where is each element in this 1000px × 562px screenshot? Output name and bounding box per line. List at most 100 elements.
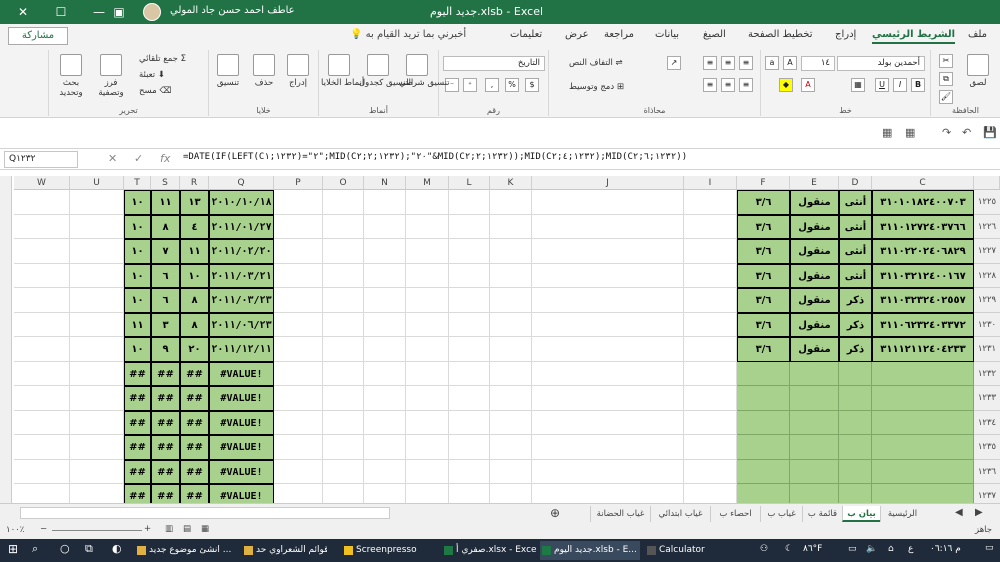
cell-e[interactable]: منقول (790, 190, 839, 215)
cell-u[interactable] (70, 386, 124, 411)
edge-icon[interactable]: ◐ (112, 542, 122, 555)
cell-k[interactable] (490, 312, 532, 337)
cell-d[interactable]: أنثى (839, 190, 872, 215)
cell-f[interactable]: ٣/٦ (737, 337, 790, 362)
taskbar-item[interactable]: جديد اليوم.xlsb - E... (540, 541, 640, 560)
cell-q[interactable]: ٢٠١١/٠٦/٢٣ (209, 312, 274, 337)
cell-s[interactable]: ## (151, 386, 180, 411)
taskbar-item[interactable]: صفري أ.xlsx - Excel (442, 541, 537, 560)
normal-view-icon[interactable]: ▦ (201, 524, 209, 534)
cell-d[interactable]: ذكر (839, 288, 872, 313)
cell-n[interactable] (364, 190, 406, 215)
percent-icon[interactable]: % (505, 78, 519, 92)
cell-m[interactable] (406, 459, 449, 484)
cell-l[interactable] (449, 239, 490, 264)
sheet-tab[interactable]: قائمة ب (802, 506, 842, 522)
align-center-icon[interactable]: ≡ (721, 78, 735, 92)
cell-n[interactable] (364, 459, 406, 484)
zoom-in-icon[interactable]: + (144, 524, 151, 534)
search-icon[interactable]: ⌕ (32, 542, 38, 556)
cell-i[interactable] (684, 459, 737, 484)
cell-r[interactable]: ## (180, 386, 209, 411)
cell-r[interactable]: ## (180, 361, 209, 386)
cell-p[interactable] (274, 190, 323, 215)
cell-t[interactable]: ## (124, 435, 151, 460)
cell-l[interactable] (449, 214, 490, 239)
windows-start-icon[interactable]: ⊞ (8, 542, 18, 556)
italic-button[interactable]: I (893, 78, 907, 92)
cell-t[interactable]: ١٠ (124, 214, 151, 239)
zoom-slider[interactable] (52, 530, 142, 531)
font-name-select[interactable]: أحمدين بولد (837, 56, 925, 71)
cell-w[interactable] (14, 410, 70, 435)
align-left-icon[interactable]: ≡ (703, 78, 717, 92)
cell-u[interactable] (70, 312, 124, 337)
cell-r[interactable]: ٢٠ (180, 337, 209, 362)
column-header[interactable]: O (323, 176, 364, 190)
tell-me-search[interactable]: 💡 أخبرني بما تريد القيام به (350, 29, 466, 40)
cell-o[interactable] (323, 386, 364, 411)
volume-icon[interactable]: 🔈 (866, 544, 877, 554)
format-as-table-button[interactable]: التنسيق كجدول (359, 54, 413, 88)
cell-d[interactable] (839, 459, 872, 484)
cell-n[interactable] (364, 312, 406, 337)
cell-t[interactable]: ١١ (124, 312, 151, 337)
column-header[interactable]: S (151, 176, 180, 190)
font-color-icon[interactable]: A (801, 78, 815, 92)
cell-n[interactable] (364, 410, 406, 435)
cell-j[interactable] (532, 312, 684, 337)
row-header[interactable]: ١٢٢٩ (974, 288, 1000, 313)
align-bottom-icon[interactable]: ≡ (703, 56, 717, 70)
cell-p[interactable] (274, 386, 323, 411)
cell-c[interactable]: ٣١٠١٠١٨٢٤٠٠٧٠٣ (872, 190, 974, 215)
cell-m[interactable] (406, 386, 449, 411)
cell-d[interactable]: ذكر (839, 337, 872, 362)
cell-p[interactable] (274, 288, 323, 313)
row-header[interactable]: ١٢٢٦ (974, 214, 1000, 239)
wrap-text-button[interactable]: التفاف النص ⇌ (569, 58, 623, 68)
cell-f[interactable]: ٣/٦ (737, 312, 790, 337)
cell-t[interactable]: ## (124, 386, 151, 411)
cell-k[interactable] (490, 337, 532, 362)
cell-w[interactable] (14, 312, 70, 337)
cell-l[interactable] (449, 435, 490, 460)
cell-l[interactable] (449, 361, 490, 386)
cell-s[interactable]: ١١ (151, 190, 180, 215)
cell-q[interactable]: ٢٠١١/٠١/٢٧ (209, 214, 274, 239)
battery-icon[interactable]: ▭ (848, 544, 857, 554)
cell-p[interactable] (274, 459, 323, 484)
cell-t[interactable]: ## (124, 361, 151, 386)
cell-e[interactable] (790, 459, 839, 484)
cell-c[interactable]: ٣١١٠٣٢٣٢٤٠٢٥٥٧ (872, 288, 974, 313)
cell-o[interactable] (323, 459, 364, 484)
cell-s[interactable]: ## (151, 459, 180, 484)
borders-icon[interactable]: ▦ (851, 78, 865, 92)
cell-w[interactable] (14, 288, 70, 313)
task-view-icon[interactable]: ⧉ (85, 542, 93, 556)
cell-d[interactable]: أنثى (839, 214, 872, 239)
cell-r[interactable]: ١٣ (180, 190, 209, 215)
cell-e[interactable]: منقول (790, 239, 839, 264)
taskbar-item[interactable]: قوائم الشعراوي حد... (242, 541, 327, 560)
cell-w[interactable] (14, 386, 70, 411)
cell-t[interactable]: ١٠ (124, 288, 151, 313)
select-all-corner[interactable] (974, 176, 1000, 190)
cell-i[interactable] (684, 288, 737, 313)
cell-t[interactable]: ١٠ (124, 337, 151, 362)
cell-p[interactable] (274, 312, 323, 337)
cell-d[interactable] (839, 435, 872, 460)
cell-p[interactable] (274, 337, 323, 362)
row-header[interactable]: ١٢٣٤ (974, 410, 1000, 435)
share-button[interactable]: مشاركة (8, 27, 68, 45)
cell-o[interactable] (323, 288, 364, 313)
cell-p[interactable] (274, 361, 323, 386)
cell-o[interactable] (323, 361, 364, 386)
cell-m[interactable] (406, 214, 449, 239)
fill-color-icon[interactable]: ◆ (779, 78, 793, 92)
cell-t[interactable]: ١٠ (124, 190, 151, 215)
cell-u[interactable] (70, 239, 124, 264)
cell-r[interactable]: ٤ (180, 214, 209, 239)
row-header[interactable]: ١٢٣٥ (974, 435, 1000, 460)
cell-r[interactable]: ## (180, 410, 209, 435)
insert-function-icon[interactable]: fx (160, 152, 170, 165)
